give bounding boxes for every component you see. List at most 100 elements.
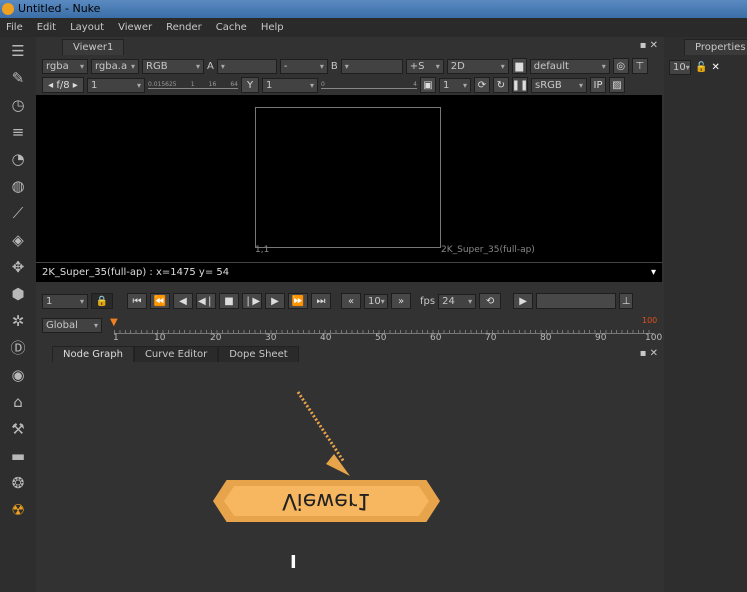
skip-forward-icon[interactable]: » (391, 293, 411, 309)
menu-edit[interactable]: Edit (37, 18, 56, 37)
skip-back-icon[interactable]: « (341, 293, 361, 309)
close-icon[interactable]: ▪ ✕ (640, 40, 658, 51)
gamma-slider[interactable]: 04 (321, 81, 417, 89)
alpha-dropdown[interactable]: rgba.a (91, 58, 139, 74)
gain-slider[interactable]: 0.015625 1 16 64 (148, 81, 238, 89)
frame-field[interactable]: 1 (42, 293, 88, 309)
max-panels-field[interactable]: 10 (669, 60, 691, 75)
display-channel-dropdown[interactable]: RGB (142, 58, 204, 74)
tab-properties[interactable]: Properties (684, 39, 747, 55)
furnace-icon[interactable]: ❂ (0, 469, 36, 496)
view-mode-dropdown[interactable]: 2D (446, 58, 509, 74)
menu-viewer[interactable]: Viewer (118, 18, 152, 37)
menu-file[interactable]: File (6, 18, 23, 37)
fps-label: fps (420, 295, 436, 307)
menu-cache[interactable]: Cache (216, 18, 247, 37)
menu-render[interactable]: Render (166, 18, 202, 37)
tab-curve-editor[interactable]: Curve Editor (133, 346, 219, 362)
play-backward-icon[interactable]: ◀ (173, 293, 193, 309)
roi-icon[interactable]: ◎ (612, 58, 629, 74)
fstop-control[interactable]: ◂ f/8 ▸ (42, 77, 84, 93)
clear-panels-icon[interactable]: ✕ (711, 62, 719, 73)
gain-field[interactable]: 1 (87, 77, 145, 93)
camera-icon[interactable]: ▆ (511, 58, 527, 74)
tab-dope-sheet[interactable]: Dope Sheet (218, 346, 299, 362)
timeline-tick: 100 (645, 333, 663, 343)
channel-icon[interactable]: ≡ (0, 118, 36, 145)
node-graph-panel[interactable]: Node Graph Curve Editor Dope Sheet ▪ ✕ (36, 345, 662, 592)
text-cursor-icon: I (290, 552, 297, 573)
views-icon[interactable]: ◉ (0, 361, 36, 388)
prev-keyframe-icon[interactable]: ⏪ (150, 293, 170, 309)
viewer1-node[interactable]: Viewer1 (213, 480, 440, 522)
color-icon[interactable]: ◔ (0, 145, 36, 172)
a-input-dropdown[interactable] (216, 58, 277, 74)
gamma-field[interactable]: 1 (262, 77, 318, 93)
viewer-canvas[interactable]: 1,1 2K_Super_35(full-ap) (36, 95, 662, 262)
timeline-tick: 70 (485, 333, 497, 343)
transform-icon[interactable]: ✥ (0, 253, 36, 280)
paint-icon[interactable]: ✎ (0, 64, 36, 91)
refresh-icon[interactable]: ⟳ (474, 77, 490, 93)
zoom-dropdown[interactable]: +S (405, 58, 444, 74)
filter-icon[interactable]: ◍ (0, 172, 36, 199)
last-frame-icon[interactable]: ⏭ (311, 293, 331, 309)
downrez-dropdown[interactable]: 1 (439, 77, 471, 93)
nuke-icon[interactable]: ☢ (0, 496, 36, 523)
3d-icon[interactable]: ⬢ (0, 280, 36, 307)
deep-icon[interactable]: Ⓓ (0, 334, 36, 361)
loop-icon[interactable]: ⟲ (479, 293, 502, 309)
menu-bar: File Edit Layout Viewer Render Cache Help (0, 18, 747, 37)
tab-node-graph[interactable]: Node Graph (52, 346, 134, 362)
fps-field[interactable]: 24 (438, 293, 477, 309)
y-button[interactable]: Y (241, 77, 259, 93)
close-icon[interactable]: ▪ ✕ (640, 348, 658, 359)
metadata-icon[interactable]: ⌂ (0, 388, 36, 415)
tick: 4 (413, 81, 417, 88)
format-name-label: 2K_Super_35(full-ap) (441, 245, 535, 255)
info-dropdown-icon[interactable]: ▾ (651, 263, 656, 283)
stop-icon[interactable]: ■ (219, 293, 239, 309)
increment-field[interactable]: 10 (364, 293, 388, 309)
step-forward-icon[interactable]: ❘▶ (242, 293, 262, 309)
toolsets-icon[interactable]: ⚒ (0, 415, 36, 442)
merge-icon[interactable]: ◈ (0, 226, 36, 253)
overlay-icon[interactable]: ⊤ (631, 58, 648, 74)
lut-dropdown[interactable]: default (529, 58, 610, 74)
timeline-tick: 10 (154, 333, 166, 343)
lock-icon[interactable]: 🔓 (695, 62, 707, 73)
properties-panel: Properties 10 🔓 ✕ (664, 37, 747, 592)
fstop-value: f/8 (56, 79, 70, 91)
timeline-tick: 50 (375, 333, 387, 343)
input-icon[interactable]: ☰ (0, 37, 36, 64)
wipe-icon[interactable]: ▨ (609, 77, 625, 93)
menu-help[interactable]: Help (261, 18, 284, 37)
particles-icon[interactable]: ✲ (0, 307, 36, 334)
first-frame-icon[interactable]: ⏮ (127, 293, 147, 309)
b-input-dropdown[interactable] (340, 58, 403, 74)
next-keyframe-icon[interactable]: ⏩ (288, 293, 308, 309)
play-forward-icon[interactable]: ▶ (265, 293, 285, 309)
timeline-scope-dropdown[interactable]: Global (42, 318, 102, 333)
lock-icon[interactable]: 🔒 (91, 293, 113, 309)
ip-button[interactable]: IP (590, 77, 606, 93)
proxy-icon[interactable]: ▣ (420, 77, 436, 93)
keyer-icon[interactable]: ⟋ (0, 199, 36, 226)
flipbook-icon[interactable]: ▶ (513, 293, 534, 309)
colorspace-dropdown[interactable]: sRGB (531, 77, 587, 93)
timeline-range-icon[interactable]: ⊥ (619, 293, 634, 309)
channels-dropdown[interactable]: rgba (42, 58, 88, 74)
update-icon[interactable]: ↻ (493, 77, 509, 93)
timeline-tick: 90 (595, 333, 607, 343)
other-icon[interactable]: ▬ (0, 442, 36, 469)
menu-layout[interactable]: Layout (70, 18, 104, 37)
tick: 0 (321, 81, 325, 88)
timeline-tick: 60 (430, 333, 442, 343)
current-frame-marker[interactable]: ▼ (110, 317, 118, 328)
pause-icon[interactable]: ❚❚ (512, 77, 528, 93)
time-icon[interactable]: ◷ (0, 91, 36, 118)
operation-dropdown[interactable]: - (279, 58, 328, 74)
tab-viewer1[interactable]: Viewer1 (62, 39, 125, 55)
step-back-icon[interactable]: ◀❘ (196, 293, 216, 309)
playback-range[interactable] (536, 293, 617, 309)
